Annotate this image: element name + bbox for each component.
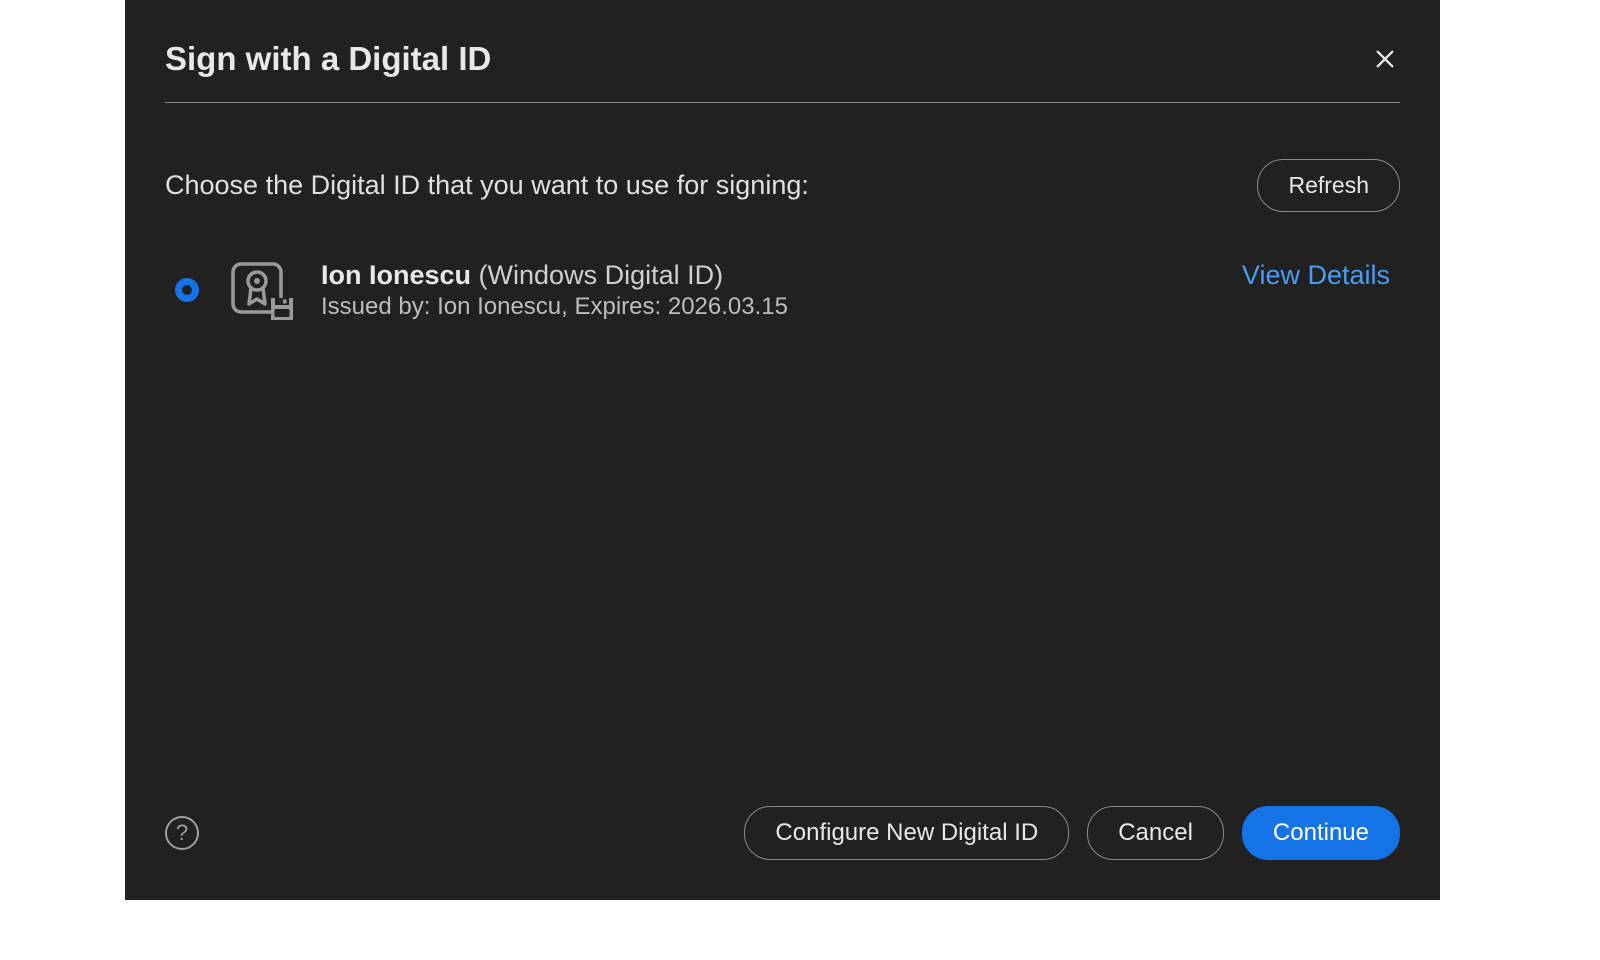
sign-digital-id-dialog: Sign with a Digital ID Choose the Digita… bbox=[125, 0, 1440, 900]
dialog-header: Sign with a Digital ID bbox=[165, 40, 1400, 103]
refresh-button[interactable]: Refresh bbox=[1257, 159, 1400, 212]
digital-id-type: (Windows Digital ID) bbox=[479, 260, 724, 290]
radio-inner-dot bbox=[182, 285, 192, 295]
digital-id-item[interactable]: Ion Ionescu (Windows Digital ID) Issued … bbox=[165, 254, 1400, 326]
dialog-title: Sign with a Digital ID bbox=[165, 40, 491, 78]
cancel-button[interactable]: Cancel bbox=[1087, 806, 1224, 860]
view-details-link[interactable]: View Details bbox=[1242, 260, 1390, 291]
dialog-footer: ? Configure New Digital ID Cancel Contin… bbox=[165, 786, 1400, 860]
close-icon bbox=[1374, 48, 1396, 70]
instruction-row: Choose the Digital ID that you want to u… bbox=[165, 159, 1400, 212]
digital-id-name-row: Ion Ionescu (Windows Digital ID) bbox=[321, 260, 1216, 291]
help-icon: ? bbox=[176, 820, 188, 846]
digital-id-text: Ion Ionescu (Windows Digital ID) Issued … bbox=[321, 260, 1216, 321]
configure-new-id-button[interactable]: Configure New Digital ID bbox=[744, 806, 1069, 860]
continue-button[interactable]: Continue bbox=[1242, 806, 1400, 860]
instruction-text: Choose the Digital ID that you want to u… bbox=[165, 170, 809, 201]
digital-id-list: Ion Ionescu (Windows Digital ID) Issued … bbox=[165, 254, 1400, 786]
help-button[interactable]: ? bbox=[165, 816, 199, 850]
close-button[interactable] bbox=[1370, 44, 1400, 74]
radio-selected[interactable] bbox=[175, 278, 199, 302]
certificate-disk-icon bbox=[225, 258, 295, 322]
digital-id-details: Issued by: Ion Ionescu, Expires: 2026.03… bbox=[321, 293, 1216, 321]
digital-id-name: Ion Ionescu bbox=[321, 260, 471, 290]
